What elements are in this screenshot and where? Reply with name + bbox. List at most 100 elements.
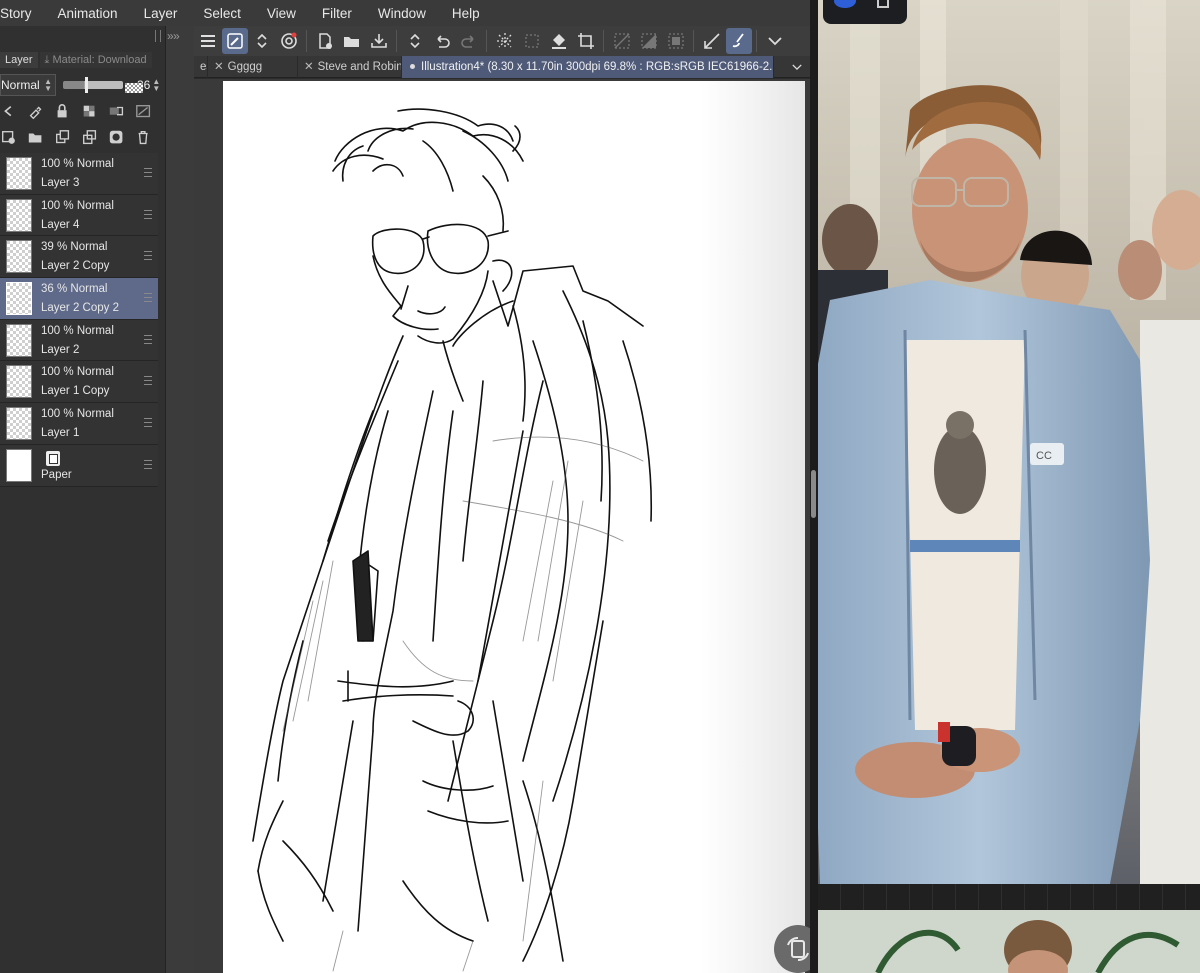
layer-row[interactable]: 100 % Normal Layer 4 [0,194,158,237]
menu-item-layer[interactable]: Layer [144,6,190,21]
chevron-updown-icon: ▲ ▼ [44,77,52,93]
trash-icon[interactable] [877,0,889,8]
new-folder-icon[interactable] [27,129,45,147]
menu-item-help[interactable]: Help [452,6,492,21]
crop-icon[interactable] [573,28,599,54]
layer-row[interactable]: Paper [0,444,158,487]
layer-thumbnail [6,240,32,274]
doc-tab[interactable]: Illustration4* (8.30 x 11.70in 300dpi 69… [402,55,774,78]
canvas-paper[interactable] [223,81,822,973]
tab-layer[interactable]: Layer [0,52,38,68]
drag-handle-icon[interactable] [144,418,152,428]
menu-item-select[interactable]: Select [203,6,253,21]
name-tag-text: CC [1036,450,1052,462]
layer-opacity-mode: 100 % Normal [41,158,114,170]
select-transform-icon[interactable] [519,28,545,54]
drag-handle-icon[interactable] [144,459,152,469]
redo-icon[interactable] [456,28,482,54]
mask-icon[interactable] [108,129,126,147]
layer-row[interactable]: 100 % Normal Layer 2 [0,319,158,362]
layer-opacity: 100 % [41,408,74,421]
close-icon[interactable]: ✕ [304,61,314,73]
panel-tabs: Layer ⤓ Material: Download [0,52,166,68]
menu-icon[interactable] [195,28,221,54]
reference-strip [818,884,1200,910]
deselect-icon[interactable] [609,28,635,54]
sparkle-icon[interactable] [492,28,518,54]
drag-handle-icon[interactable] [144,251,152,261]
menu-item-filter[interactable]: Filter [322,6,364,21]
up-down-icon[interactable] [249,28,275,54]
drag-handle-icon[interactable] [144,334,152,344]
opacity-slider[interactable] [63,77,143,93]
collapse-panels-icon[interactable]: » » [167,29,180,43]
layer-row[interactable]: 100 % Normal Layer 1 Copy [0,361,158,404]
reference-image-panel[interactable]: CC [810,0,1200,973]
drag-handle-icon[interactable] [144,376,152,386]
tab-material-label: Material: Download [52,54,147,66]
doc-tab-label: Illustration4* (8.30 x 11.70in 300dpi 69… [421,60,774,73]
layer-thumbnail [6,448,32,482]
tab-menu-chevron-icon[interactable] [790,60,804,74]
ref-layer-icon[interactable] [135,103,153,121]
split-divider[interactable] [810,0,818,973]
layer-blend-mode: Normal [76,158,114,170]
frame-icon[interactable] [663,28,689,54]
new-raster-layer-icon[interactable] [0,129,18,147]
eye-icon[interactable] [834,0,856,8]
layer-blend-mode: Normal [70,283,108,296]
divider-handle[interactable] [811,470,816,518]
blend-mode-select[interactable]: Normal ▲ ▼ [0,74,56,96]
opacity-slider-knob[interactable] [85,77,88,93]
copy-layer-icon[interactable] [54,129,72,147]
document-tabs: es✕Ggggg✕Steve and Robin Illustration4* (… [194,55,810,78]
reference-photo: CC [810,0,1200,884]
layer-opacity: 100 % [41,366,74,379]
drag-handle-icon[interactable] [144,293,152,303]
tab-material-download[interactable]: ⤓ Material: Download [39,52,152,68]
layer-name: Paper [41,468,72,481]
brush-stroke-icon[interactable] [726,28,752,54]
menu-item-animation[interactable]: Animation [58,6,130,21]
doc-tab[interactable]: ✕ Ggggg [208,55,298,78]
menu-item-view[interactable]: View [267,6,308,21]
delete-icon[interactable] [135,129,153,147]
layer-opacity-mode: 100 % Normal [41,200,114,212]
layer-row[interactable]: 39 % Normal Layer 2 Copy [0,236,158,279]
close-icon[interactable]: ✕ [214,61,224,73]
new-file-icon[interactable] [312,28,338,54]
spiral-icon[interactable] [276,28,302,54]
fill-icon[interactable] [546,28,572,54]
lock-icon[interactable] [54,103,72,121]
up-down-icon[interactable] [402,28,428,54]
panel-grip[interactable] [155,30,161,42]
layer-row[interactable]: 100 % Normal Layer 1 [0,403,158,445]
drag-handle-icon[interactable] [144,209,152,219]
clip-icon[interactable] [108,103,126,121]
layer-opacity: 100 % [41,324,74,337]
pen-ref-icon[interactable] [27,103,45,121]
layer-opacity-mode: 100 % Normal [41,325,114,337]
reference-photo-second[interactable] [818,910,1200,973]
menu-item-window[interactable]: Window [378,6,438,21]
layer-thumbnail [6,407,32,441]
chevron-left-icon[interactable] [0,103,18,121]
menu-item-story[interactable]: Story [0,6,44,21]
layer-row[interactable]: 100 % Normal Layer 3 [0,153,158,195]
save-icon[interactable] [366,28,392,54]
canvas-area[interactable] [194,79,822,973]
layer-row[interactable]: 36 % Normal Layer 2 Copy 2 [0,278,158,320]
opacity-spinner-icon[interactable]: ▲ ▼ [152,78,160,93]
ruler-icon[interactable] [699,28,725,54]
lock-alpha-icon[interactable] [81,103,99,121]
layer-thumbnail [6,198,32,232]
merge-down-icon[interactable] [81,129,99,147]
chevron-down-icon[interactable] [762,28,788,54]
doc-tab[interactable]: ✕ Steve and Robin [298,55,402,78]
drag-handle-icon[interactable] [144,168,152,177]
undo-icon[interactable] [429,28,455,54]
invert-icon[interactable] [636,28,662,54]
doc-tab[interactable]: es [194,55,208,78]
open-icon[interactable] [339,28,365,54]
edit-mode-icon[interactable] [222,28,248,54]
